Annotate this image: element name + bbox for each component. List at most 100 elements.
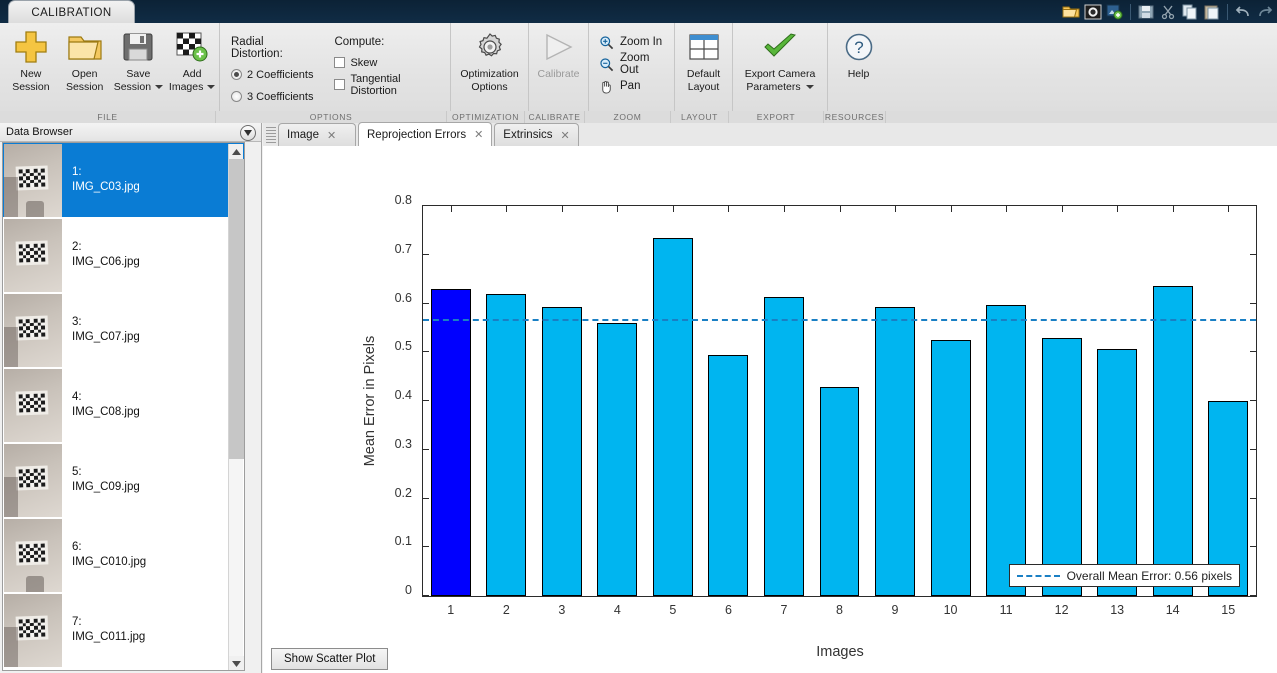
save-icon[interactable] <box>1136 2 1156 22</box>
chart-y-tick-label: 0.1 <box>394 534 412 549</box>
default-layout-button[interactable]: Default Layout <box>677 27 731 101</box>
quick-access-separator <box>1130 3 1131 20</box>
copy-icon[interactable] <box>1180 2 1200 22</box>
chart-y-tick-right <box>1250 253 1256 255</box>
ribbon-section-resources: ? Help <box>827 23 889 111</box>
close-icon[interactable]: ✕ <box>561 129 570 142</box>
checkbox-tangential-distortion[interactable]: Tangential Distortion <box>334 72 450 97</box>
list-item[interactable]: 3: IMG_C07.jpg <box>3 293 244 368</box>
close-icon[interactable]: ✕ <box>474 128 483 141</box>
export-camera-parameters-label-1: Export Camera <box>744 68 816 80</box>
chart-bar[interactable] <box>541 307 582 596</box>
save-session-button[interactable]: Save Session <box>112 27 166 101</box>
list-item-index: 2: <box>72 241 82 253</box>
chart-bar[interactable] <box>1152 286 1193 596</box>
optimization-options-button[interactable]: Optimization Options <box>453 27 527 101</box>
chart-y-tick-label: 0.4 <box>394 388 412 402</box>
chevron-down-icon[interactable] <box>155 85 164 89</box>
chart-bar[interactable] <box>486 293 527 596</box>
list-item-text: 4: IMG_C08.jpg <box>62 390 140 420</box>
chart-bar[interactable] <box>652 237 693 596</box>
tab-reprojection-errors[interactable]: Reprojection Errors ✕ <box>358 122 493 146</box>
close-icon[interactable]: ✕ <box>327 129 336 142</box>
open-session-icon[interactable] <box>1061 2 1081 22</box>
checkbox-skew[interactable]: Skew <box>334 53 450 72</box>
chart-bar[interactable] <box>763 297 804 596</box>
chart-footer-buttons: Show Scatter Plot <box>271 648 389 670</box>
radio-2-coefficients[interactable]: 2 Coefficients <box>231 65 318 84</box>
chart-y-axis-label: Mean Error in Pixels <box>362 335 378 467</box>
layout-grid-icon <box>688 27 720 67</box>
ribbon-tab-calibration[interactable]: CALIBRATION <box>8 0 135 24</box>
tab-image[interactable]: Image ✕ <box>278 123 356 146</box>
zoom-in-button[interactable]: Zoom In <box>593 31 674 53</box>
add-images-icon[interactable] <box>1105 2 1125 22</box>
list-item[interactable]: 5: IMG_C09.jpg <box>3 443 244 518</box>
new-session-button[interactable]: New Session <box>4 27 58 101</box>
chevron-down-icon-2[interactable] <box>207 85 216 89</box>
ribbon-label-layout: LAYOUT <box>671 111 729 123</box>
chart-bar[interactable] <box>708 354 749 596</box>
tab-bar-grip[interactable] <box>266 127 276 145</box>
scroll-up-arrow-icon[interactable] <box>229 144 243 159</box>
chart-bar[interactable] <box>430 288 471 596</box>
chart-y-tick <box>423 448 429 450</box>
chart-bar[interactable] <box>597 322 638 596</box>
add-images-glyph-icon <box>175 27 209 67</box>
open-session-button[interactable]: Open Session <box>58 27 112 101</box>
chart-bar[interactable] <box>1097 348 1138 596</box>
help-question-icon: ? <box>844 27 874 67</box>
chart-x-tick-top <box>506 206 508 212</box>
chart-x-tick-label: 7 <box>780 603 788 617</box>
list-item[interactable]: 2: IMG_C06.jpg <box>3 218 244 293</box>
add-images-label-1: Add <box>182 68 202 80</box>
list-item[interactable]: 6: IMG_C010.jpg <box>3 518 244 593</box>
cut-icon[interactable] <box>1158 2 1178 22</box>
chart-x-tick-top <box>1117 206 1119 212</box>
list-item-filename: IMG_C06.jpg <box>72 256 140 268</box>
chart-axes: 0 0.1 0.2 0.3 0.4 0.5 0.6 0.7 0.8 1 2 3 4 5 6 7 8 9 10 11 1… <box>395 193 1257 617</box>
radio-2-coefficients-dot <box>231 69 242 80</box>
chart-bar-cell <box>645 206 701 596</box>
undo-icon[interactable] <box>1233 2 1253 22</box>
image-list[interactable]: 1: IMG_C03.jpg 2: IMG_C06.jpg 3: IMG_C07.jpg 4… <box>2 142 245 671</box>
tab-extrinsics[interactable]: Extrinsics ✕ <box>494 123 579 146</box>
list-item[interactable]: 7: IMG_C011.jpg <box>3 593 244 668</box>
image-list-scrollbar[interactable] <box>228 144 244 670</box>
document-area: Image ✕ Reprojection Errors ✕ Extrinsics ✕ Me… <box>263 122 1277 673</box>
pan-button[interactable]: Pan <box>593 75 674 97</box>
scroll-down-arrow-icon[interactable] <box>229 656 244 670</box>
ribbon-section-zoom: Zoom In Zoom Out Pan <box>588 23 674 111</box>
radio-3-coefficients[interactable]: 3 Coefficients <box>231 87 318 106</box>
chart-bar[interactable] <box>986 305 1027 596</box>
list-item[interactable]: 4: IMG_C08.jpg <box>3 368 244 443</box>
radio-3-coefficients-label: 3 Coefficients <box>247 90 314 103</box>
help-label: Help <box>847 68 870 80</box>
chart-bar[interactable] <box>1041 338 1082 596</box>
paste-icon[interactable] <box>1202 2 1222 22</box>
chart-bar[interactable] <box>930 340 971 596</box>
chart-bar[interactable] <box>819 387 860 596</box>
list-item[interactable]: 1: IMG_C03.jpg <box>3 143 244 218</box>
export-camera-parameters-button[interactable]: Export Camera Parameters <box>734 27 826 101</box>
chart-x-tick-label: 8 <box>836 603 843 617</box>
zoom-out-button[interactable]: Zoom Out <box>593 52 674 76</box>
checkbox-tangential-label: Tangential Distortion <box>350 72 401 97</box>
chart-bar[interactable] <box>875 307 915 596</box>
chevron-down-icon-3[interactable] <box>805 85 814 89</box>
export-camera-parameters-label-2: Parameters <box>746 81 814 93</box>
save-session-label-1: Save <box>126 68 151 80</box>
show-scatter-plot-button[interactable]: Show Scatter Plot <box>271 648 389 670</box>
calibrate-button[interactable]: Calibrate <box>532 27 586 101</box>
scrollbar-thumb[interactable] <box>229 159 244 459</box>
camera-icon[interactable] <box>1083 2 1103 22</box>
chart-x-tick-label: 12 <box>1054 603 1069 617</box>
hand-pan-icon <box>599 79 614 94</box>
panel-dropdown-icon[interactable] <box>240 125 256 141</box>
ribbon-toolbar: New Session Open Session Save Session Ad… <box>0 23 1277 112</box>
chart-bar-cell <box>1200 206 1256 596</box>
chart-x-tick-label: 11 <box>999 603 1013 617</box>
redo-icon[interactable] <box>1255 2 1275 22</box>
add-images-button[interactable]: Add Images <box>165 27 219 101</box>
help-button[interactable]: ? Help <box>832 27 886 101</box>
